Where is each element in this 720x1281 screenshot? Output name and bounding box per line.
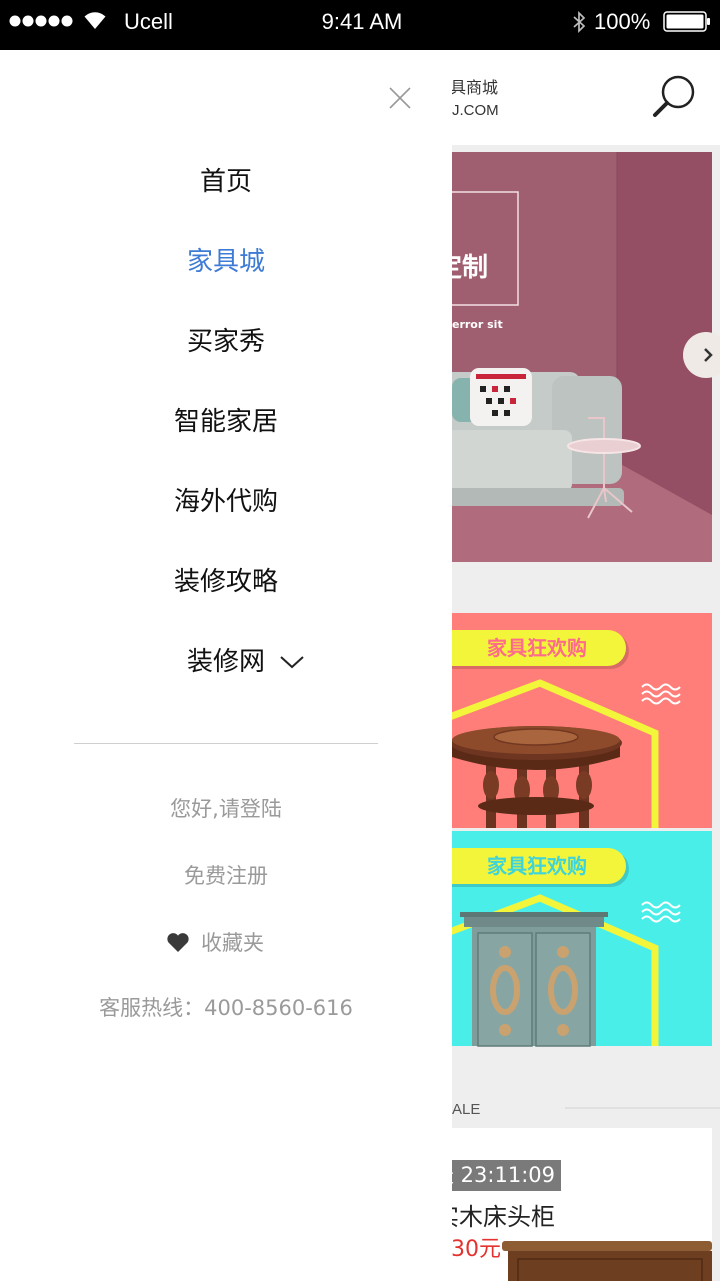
nav-item-home[interactable]: 首页 xyxy=(0,162,452,202)
section-title: ALE xyxy=(452,1101,481,1118)
nav-item-furniture-mall[interactable]: 家具城 xyxy=(0,242,452,282)
signal-dots-icon xyxy=(9,15,73,27)
nav-item-buyer-show[interactable]: 买家秀 xyxy=(0,322,452,362)
promo-label: 家具狂欢购 xyxy=(487,854,587,878)
side-drawer: 首页 家具城 买家秀 智能家居 海外代购 装修攻略 装修网 您好,请登陆 免费注… xyxy=(0,50,452,1281)
customer-hotline: 客服热线：400-8560-616 xyxy=(99,996,353,1020)
chevron-down-icon xyxy=(280,656,304,669)
nightstand-image xyxy=(502,1241,712,1281)
product-price: 30元 xyxy=(451,1237,501,1262)
bluetooth-icon xyxy=(573,10,586,34)
favorites-link[interactable]: 收藏夹 xyxy=(166,927,264,957)
status-bar: Ucell 9:41 AM 100% xyxy=(0,0,720,50)
nav-item-label: 装修网 xyxy=(186,647,265,677)
login-link[interactable]: 您好,请登陆 xyxy=(0,794,452,824)
carrier-name: Ucell xyxy=(124,9,173,34)
brand-domain: J.COM xyxy=(452,102,499,119)
register-link[interactable]: 免费注册 xyxy=(0,861,452,891)
nav-item-renovation-site[interactable]: 装修网 xyxy=(0,642,452,682)
wifi-icon xyxy=(84,12,106,29)
heart-icon xyxy=(166,932,190,953)
banner-subtext: error sit xyxy=(452,318,503,331)
promo-label: 家具狂欢购 xyxy=(487,636,587,660)
battery-icon xyxy=(663,11,710,32)
status-time: 9:41 AM xyxy=(321,9,403,34)
nav-item-overseas-purchase[interactable]: 海外代购 xyxy=(0,482,452,522)
brand-name: 具商城 xyxy=(450,78,499,97)
favorites-label: 收藏夹 xyxy=(201,931,264,955)
nav-item-renovation-guide[interactable]: 装修攻略 xyxy=(0,562,452,602)
cabinet-image xyxy=(460,912,608,1047)
drawer-divider xyxy=(74,743,378,744)
nav-item-smart-home[interactable]: 智能家居 xyxy=(0,402,452,442)
battery-percent: 100% xyxy=(594,9,651,34)
close-icon[interactable] xyxy=(388,86,412,110)
product-name[interactable]: 实木床头柜 xyxy=(435,1202,555,1232)
drawer-nav: 首页 家具城 买家秀 智能家居 海外代购 装修攻略 装修网 xyxy=(0,162,452,722)
